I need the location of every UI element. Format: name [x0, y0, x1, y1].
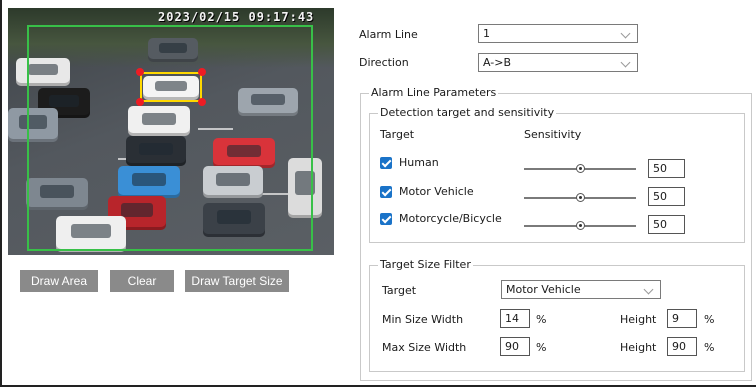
resize-handle[interactable]	[198, 98, 206, 106]
human-sensitivity-input[interactable]: 50	[648, 159, 685, 178]
size-target-value: Motor Vehicle	[506, 283, 581, 296]
direction-label: Direction	[359, 56, 409, 69]
chevron-down-icon	[643, 284, 654, 295]
motorcycle-bicycle-checkbox[interactable]	[380, 213, 392, 225]
max-height-percent: %	[704, 341, 715, 354]
min-height-percent: %	[704, 313, 715, 326]
target-size-filter-legend: Target Size Filter	[378, 258, 473, 271]
motorcycle-bicycle-label: Motorcycle/Bicycle	[399, 212, 502, 225]
alarm-line-parameters-legend: Alarm Line Parameters	[369, 86, 499, 99]
chevron-down-icon	[620, 57, 631, 68]
resize-handle[interactable]	[136, 68, 144, 76]
min-height-input[interactable]: 9	[667, 309, 697, 328]
size-target-label: Target	[382, 284, 417, 297]
detection-legend: Detection target and sensitivity	[378, 106, 557, 119]
max-height-label: Height	[620, 341, 657, 354]
motor-vehicle-sensitivity-thumb[interactable]	[576, 193, 585, 202]
max-width-input[interactable]: 90	[500, 337, 530, 356]
draw-area-button[interactable]: Draw Area	[20, 270, 98, 292]
left-frame-border	[0, 0, 2, 387]
min-width-percent: %	[536, 313, 547, 326]
video-timestamp: 2023/02/15 09:17:43	[158, 10, 315, 24]
alarm-line-value: 1	[483, 27, 490, 40]
direction-value: A->B	[483, 56, 512, 69]
motorcycle-bicycle-sensitivity-input[interactable]: 50	[648, 215, 685, 234]
target-column-header: Target	[380, 128, 415, 141]
clear-button[interactable]: Clear	[110, 270, 174, 292]
motorcycle-bicycle-sensitivity-thumb[interactable]	[576, 221, 585, 230]
max-height-input[interactable]: 90	[667, 337, 697, 356]
resize-handle[interactable]	[198, 68, 206, 76]
human-checkbox[interactable]	[380, 157, 392, 169]
motor-vehicle-label: Motor Vehicle	[399, 185, 474, 198]
min-width-input[interactable]: 14	[500, 309, 530, 328]
direction-select[interactable]: A->B	[478, 53, 638, 72]
video-preview[interactable]: 2023/02/15 09:17:43	[8, 8, 334, 255]
alarm-line-select[interactable]: 1	[478, 24, 638, 43]
human-label: Human	[399, 156, 439, 169]
min-height-label: Height	[620, 313, 657, 326]
resize-handle[interactable]	[136, 98, 144, 106]
motor-vehicle-sensitivity-input[interactable]: 50	[648, 187, 685, 206]
motor-vehicle-checkbox[interactable]	[380, 186, 392, 198]
target-size-box[interactable]	[140, 72, 202, 102]
min-size-width-label: Min Size Width	[382, 313, 464, 326]
draw-target-size-button[interactable]: Draw Target Size	[185, 270, 289, 292]
detection-area-outline[interactable]	[27, 25, 313, 251]
max-width-percent: %	[536, 341, 547, 354]
sensitivity-column-header: Sensitivity	[524, 128, 582, 141]
human-sensitivity-thumb[interactable]	[576, 164, 585, 173]
size-target-select[interactable]: Motor Vehicle	[501, 280, 661, 299]
alarm-line-label: Alarm Line	[359, 28, 418, 41]
chevron-down-icon	[620, 28, 631, 39]
max-size-width-label: Max Size Width	[382, 341, 467, 354]
